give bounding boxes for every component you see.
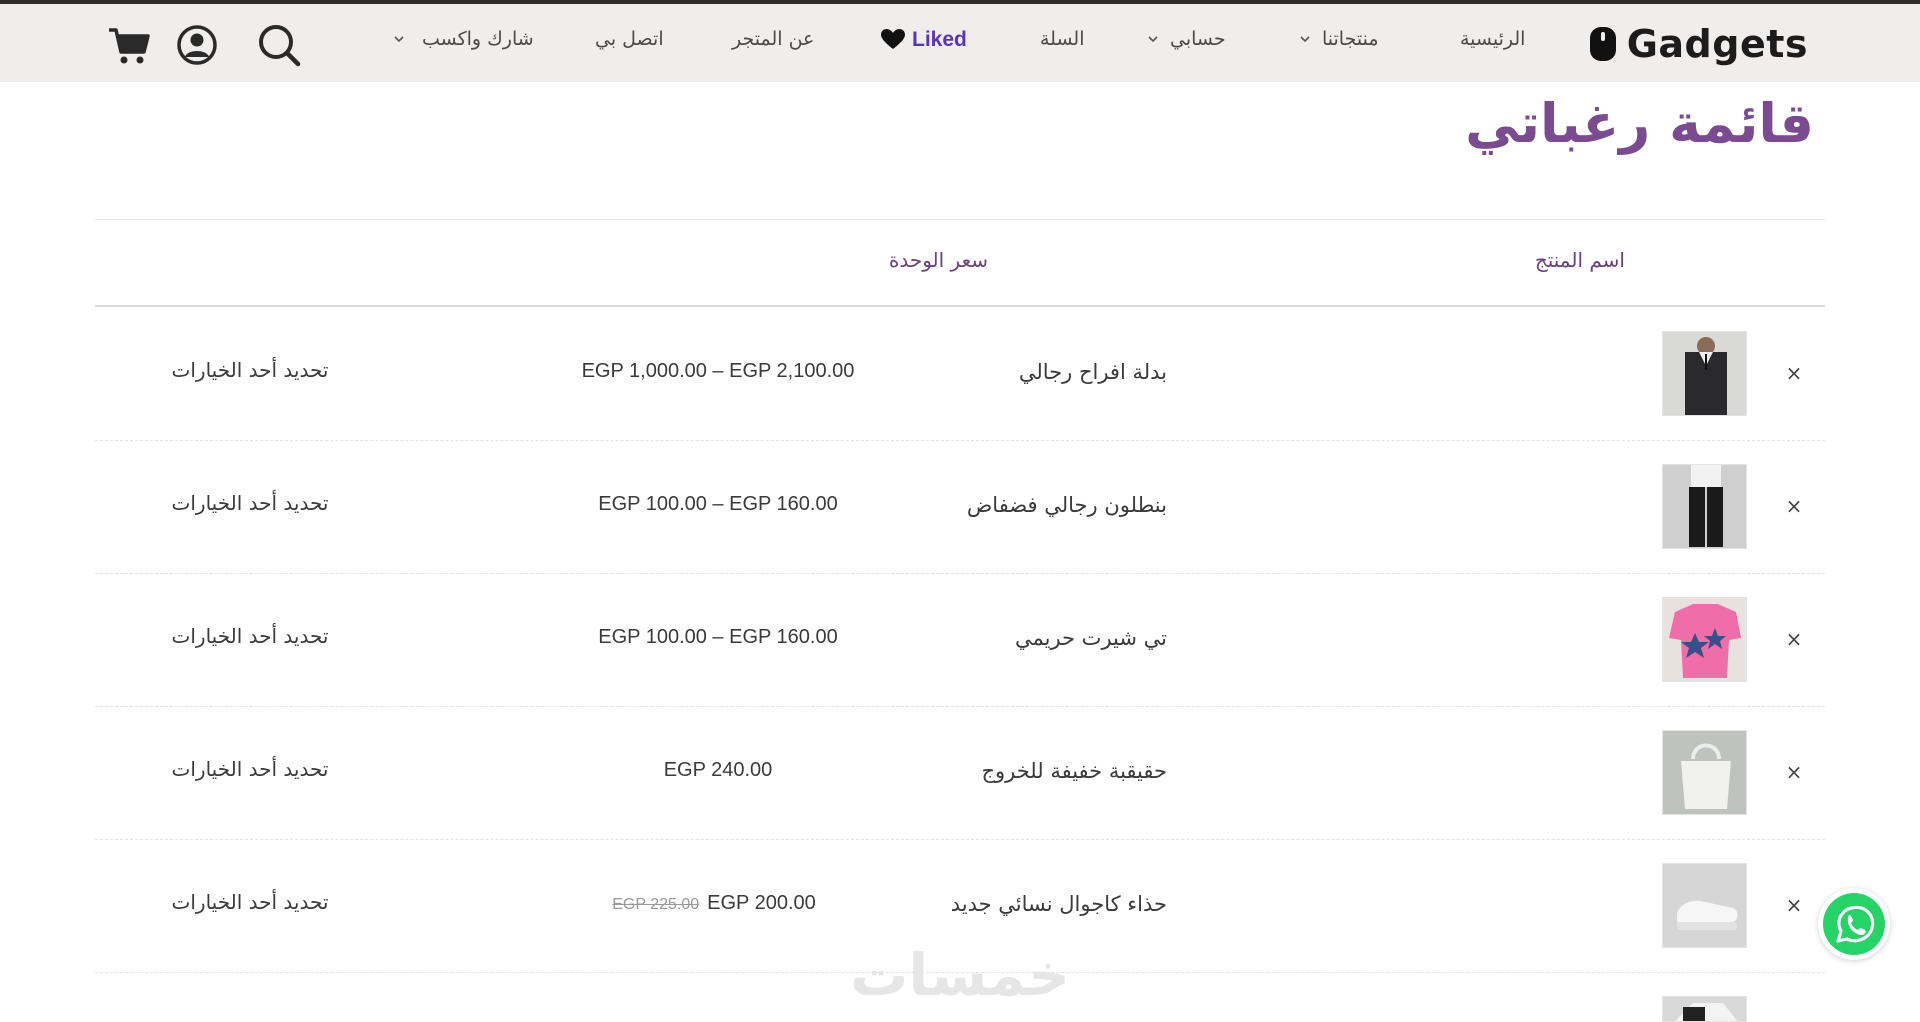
mouse-icon bbox=[1589, 27, 1616, 61]
site-header: Gadgets الرئيسية منتجاتنا حسابي السلة Li… bbox=[0, 4, 1920, 82]
nav-cart[interactable]: السلة bbox=[1040, 28, 1085, 58]
product-thumbnail[interactable] bbox=[1662, 331, 1747, 416]
product-price: EGP 225.00 EGP 200.00 bbox=[612, 892, 816, 914]
product-thumbnail[interactable] bbox=[1662, 730, 1747, 815]
row-divider bbox=[95, 440, 1825, 441]
whatsapp-icon bbox=[1823, 893, 1885, 955]
product-name[interactable]: بنطلون رجالي فضفاض bbox=[967, 493, 1167, 517]
product-name[interactable]: حذاء كاجوال نسائي جديد bbox=[951, 892, 1167, 916]
select-options-link[interactable]: تحديد أحد الخيارات bbox=[150, 358, 350, 382]
page-title: قائمة رغباتي bbox=[1465, 92, 1814, 155]
select-options-link[interactable]: تحديد أحد الخيارات bbox=[150, 624, 350, 648]
table-header-border bbox=[95, 305, 1825, 307]
heart-icon bbox=[881, 29, 905, 49]
site-logo[interactable]: Gadgets bbox=[1589, 22, 1808, 66]
product-thumbnail[interactable] bbox=[1662, 597, 1747, 682]
nav-liked[interactable]: Liked bbox=[880, 28, 967, 58]
remove-item-button[interactable]: × bbox=[1783, 894, 1805, 916]
product-price: EGP 100.00 – EGP 160.00 bbox=[598, 626, 838, 648]
chevron-down-icon bbox=[1148, 36, 1158, 43]
user-icon[interactable] bbox=[174, 22, 220, 68]
search-icon[interactable] bbox=[256, 22, 302, 68]
nav-about[interactable]: عن المتجر bbox=[732, 28, 814, 58]
header-unit-price: سعر الوحدة bbox=[888, 248, 988, 272]
table-top-border bbox=[95, 219, 1825, 220]
product-thumbnail[interactable] bbox=[1662, 863, 1747, 948]
product-name[interactable]: تي شيرت حريمي bbox=[1015, 626, 1167, 650]
product-name[interactable]: بدلة افراح رجالي bbox=[1019, 360, 1167, 384]
chevron-down-icon bbox=[1300, 36, 1310, 43]
logo-text: Gadgets bbox=[1626, 22, 1808, 66]
product-name[interactable]: حقيقبة خفيفة للخروج bbox=[981, 759, 1167, 783]
nav-products[interactable]: منتجاتنا bbox=[1298, 28, 1379, 58]
product-thumbnail[interactable] bbox=[1662, 996, 1747, 1022]
row-divider bbox=[95, 573, 1825, 574]
select-options-link[interactable]: تحديد أحد الخيارات bbox=[150, 757, 350, 781]
whatsapp-chat-button[interactable] bbox=[1818, 888, 1890, 960]
header-product-name: اسم المنتج bbox=[1534, 248, 1625, 272]
select-options-link[interactable]: تحديد أحد الخيارات bbox=[150, 491, 350, 515]
remove-item-button[interactable]: × bbox=[1783, 362, 1805, 384]
product-price: EGP 100.00 – EGP 160.00 bbox=[598, 493, 838, 515]
remove-item-button[interactable]: × bbox=[1783, 628, 1805, 650]
product-price: EGP 240.00 bbox=[663, 759, 773, 781]
watermark-text: خمسات bbox=[850, 941, 1070, 1009]
product-price: EGP 1,000.00 – EGP 2,100.00 bbox=[581, 360, 855, 382]
row-divider bbox=[95, 839, 1825, 840]
chevron-down-icon bbox=[394, 36, 404, 43]
select-options-link[interactable]: تحديد أحد الخيارات bbox=[150, 890, 350, 914]
remove-item-button[interactable]: × bbox=[1783, 495, 1805, 517]
cart-icon[interactable] bbox=[106, 22, 152, 68]
row-divider bbox=[95, 706, 1825, 707]
nav-home[interactable]: الرئيسية bbox=[1460, 28, 1525, 58]
nav-contact[interactable]: اتصل بي bbox=[595, 28, 664, 58]
product-thumbnail[interactable] bbox=[1662, 464, 1747, 549]
nav-account[interactable]: حسابي bbox=[1146, 28, 1226, 58]
remove-item-button[interactable]: × bbox=[1783, 761, 1805, 783]
nav-share-earn[interactable]: شارك واكسب bbox=[392, 28, 534, 58]
